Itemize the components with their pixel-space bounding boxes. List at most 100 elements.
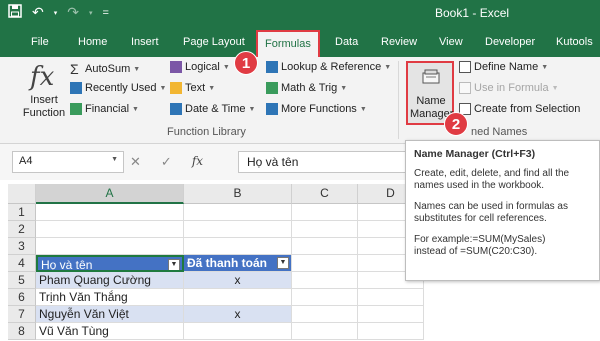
- step-2-badge: 2: [444, 112, 468, 136]
- tab-view[interactable]: View: [439, 36, 463, 48]
- recently-used-button[interactable]: Recently Used ▼: [70, 82, 166, 94]
- cell-b3[interactable]: [184, 238, 292, 255]
- cell-c2[interactable]: [292, 221, 358, 238]
- chevron-down-icon: ▼: [541, 63, 549, 71]
- chevron-down-icon: ▼: [133, 65, 141, 73]
- undo-icon[interactable]: ↶: [32, 4, 44, 21]
- enter-check-icon[interactable]: ✓: [161, 154, 172, 170]
- name-manager-label-1: Name: [416, 95, 446, 107]
- cell-d7[interactable]: [358, 306, 424, 323]
- cell-b2[interactable]: [184, 221, 292, 238]
- define-name-button[interactable]: Define Name ▼: [459, 61, 548, 73]
- logical-label: Logical: [185, 61, 220, 73]
- chevron-down-icon: ▼: [384, 63, 392, 71]
- table-header-paid-label: Đã thanh toán: [187, 256, 267, 270]
- chevron-down-icon[interactable]: ▼: [111, 156, 118, 163]
- star-book-icon: [70, 82, 82, 94]
- tab-developer[interactable]: Developer: [485, 36, 535, 48]
- autosum-label: AutoSum: [85, 63, 131, 75]
- date-time-label: Date & Time: [185, 103, 246, 115]
- cell-b1[interactable]: [184, 204, 292, 221]
- cancel-icon[interactable]: ✕: [130, 154, 141, 170]
- table-cell-name[interactable]: Trịnh Văn Thắng: [36, 289, 184, 306]
- row-header-3[interactable]: 3: [8, 238, 36, 255]
- autosum-button[interactable]: Σ AutoSum ▼: [70, 61, 140, 77]
- create-from-selection-button[interactable]: Create from Selection: [459, 103, 580, 115]
- table-cell-name[interactable]: Nguyễn Văn Việt: [36, 306, 184, 323]
- redo-dropdown-icon[interactable]: ▾: [89, 9, 93, 17]
- insert-function-icon[interactable]: fx: [30, 62, 54, 92]
- table-cell-name[interactable]: Vũ Văn Tùng: [36, 323, 184, 340]
- ribbon-tabs: File Home Insert Page Layout Formulas Da…: [0, 27, 600, 57]
- chevron-down-icon: ▼: [551, 84, 559, 92]
- column-header-c[interactable]: C: [292, 184, 358, 204]
- cell-d8[interactable]: [358, 323, 424, 340]
- row-header-4[interactable]: 4: [8, 255, 36, 272]
- tab-home[interactable]: Home: [78, 36, 107, 48]
- column-header-b[interactable]: B: [184, 184, 292, 204]
- row-header-7[interactable]: 7: [8, 306, 36, 323]
- cell-c7[interactable]: [292, 306, 358, 323]
- save-icon[interactable]: [8, 4, 22, 21]
- tab-insert[interactable]: Insert: [131, 36, 159, 48]
- customize-icon[interactable]: =: [103, 7, 109, 19]
- cell-a2[interactable]: [36, 221, 184, 238]
- row-header-1[interactable]: 1: [8, 204, 36, 221]
- filter-dropdown-icon[interactable]: ▼: [168, 259, 180, 270]
- tab-formulas[interactable]: Formulas: [256, 30, 320, 57]
- table-header-name[interactable]: Họ và tên ▼: [36, 255, 184, 272]
- undo-dropdown-icon[interactable]: ▾: [54, 9, 58, 17]
- name-box[interactable]: A4 ▼: [12, 151, 124, 173]
- date-time-button[interactable]: Date & Time ▼: [170, 103, 255, 115]
- tab-page-layout[interactable]: Page Layout: [183, 36, 245, 48]
- row-header-8[interactable]: 8: [8, 323, 36, 340]
- tab-kutools[interactable]: Kutools: [556, 36, 593, 48]
- table-cell-paid[interactable]: [184, 289, 292, 306]
- math-trig-button[interactable]: Math & Trig ▼: [266, 82, 347, 94]
- lookup-reference-button[interactable]: Lookup & Reference ▼: [266, 61, 391, 73]
- table-header-name-label: Họ và tên: [41, 258, 93, 272]
- select-all-corner[interactable]: [8, 184, 36, 204]
- cell-c4[interactable]: [292, 255, 358, 272]
- table-cell-paid[interactable]: [184, 323, 292, 340]
- table-header-paid[interactable]: Đã thanh toán ▼: [184, 255, 292, 272]
- cell-c1[interactable]: [292, 204, 358, 221]
- cell-c8[interactable]: [292, 323, 358, 340]
- tab-data[interactable]: Data: [335, 36, 358, 48]
- insert-function-icon[interactable]: fx: [192, 154, 203, 170]
- more-functions-button[interactable]: More Functions ▼: [266, 103, 367, 115]
- cell-d6[interactable]: [358, 289, 424, 306]
- text-button[interactable]: Text ▼: [170, 82, 215, 94]
- use-in-formula-button[interactable]: Use in Formula ▼: [459, 82, 559, 94]
- cell-a3[interactable]: [36, 238, 184, 255]
- cell-c5[interactable]: [292, 272, 358, 289]
- financial-button[interactable]: Financial ▼: [70, 103, 139, 115]
- formula-bar-buttons: ✕ ✓ fx: [130, 154, 203, 170]
- insert-function-button[interactable]: Insert Function: [18, 94, 70, 120]
- use-in-formula-label: Use in Formula: [474, 82, 549, 94]
- chevron-down-icon: ▼: [159, 84, 167, 92]
- table-cell-paid[interactable]: x: [184, 306, 292, 323]
- tab-review[interactable]: Review: [381, 36, 417, 48]
- use-in-formula-icon: [459, 82, 471, 94]
- row-header-2[interactable]: 2: [8, 221, 36, 238]
- cell-c3[interactable]: [292, 238, 358, 255]
- row-header-6[interactable]: 6: [8, 289, 36, 306]
- tooltip-title: Name Manager (Ctrl+F3): [414, 148, 536, 160]
- table-cell-paid[interactable]: x: [184, 272, 292, 289]
- redo-icon[interactable]: ↷: [67, 4, 79, 21]
- more-functions-label: More Functions: [281, 103, 357, 115]
- cell-a1[interactable]: [36, 204, 184, 221]
- row-header-5[interactable]: 5: [8, 272, 36, 289]
- chevron-down-icon: ▼: [222, 63, 230, 71]
- tooltip-example-2: instead of =SUM(C20:C30).: [414, 246, 538, 257]
- cell-c6[interactable]: [292, 289, 358, 306]
- logical-button[interactable]: Logical ▼: [170, 61, 230, 73]
- column-header-a[interactable]: A: [36, 184, 184, 204]
- filter-dropdown-icon[interactable]: ▼: [277, 257, 289, 269]
- more-functions-icon: [266, 103, 278, 115]
- tab-file[interactable]: File: [31, 36, 49, 48]
- table-cell-name[interactable]: Pham Quang Cường: [36, 272, 184, 289]
- financial-label: Financial: [85, 103, 130, 115]
- math-icon: [266, 82, 278, 94]
